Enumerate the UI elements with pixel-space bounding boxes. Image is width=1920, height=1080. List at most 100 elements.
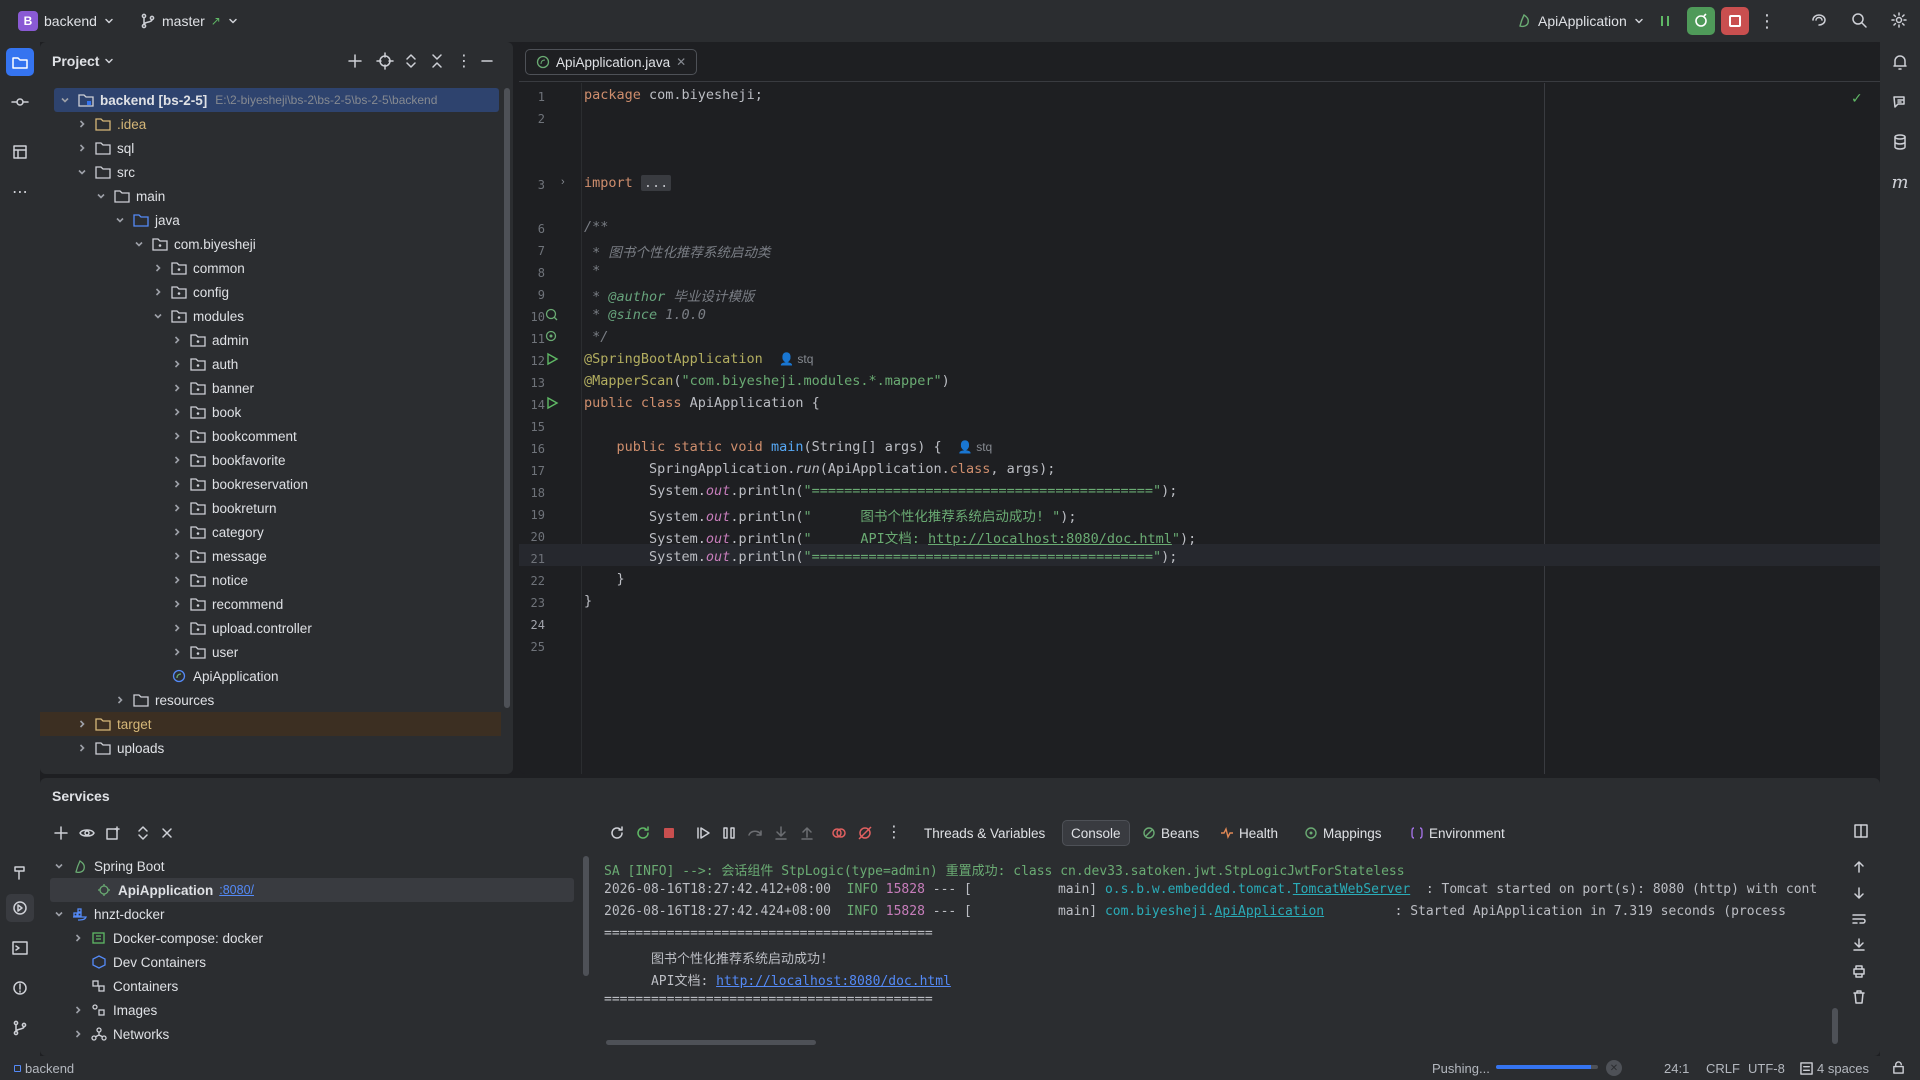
chevron-right-icon[interactable] <box>170 621 184 635</box>
chevron-down-icon[interactable] <box>132 237 146 251</box>
soft-wrap-icon[interactable] <box>1852 912 1866 926</box>
service-tree-item[interactable]: Dev Containers <box>46 950 574 974</box>
commit-tool-button[interactable] <box>6 88 34 116</box>
service-tree-item[interactable]: Images <box>46 998 574 1022</box>
tree-item[interactable]: category <box>40 520 501 544</box>
line-number[interactable]: 2 <box>519 112 545 126</box>
build-tool-button[interactable] <box>6 858 34 886</box>
layout-icon[interactable] <box>1854 824 1868 838</box>
step-over-icon[interactable] <box>746 824 764 842</box>
fold-chevron-icon[interactable]: › <box>561 176 565 188</box>
ai-chat-icon[interactable] <box>1886 88 1914 116</box>
chevron-right-icon[interactable] <box>170 501 184 515</box>
chevron-right-icon[interactable] <box>170 405 184 419</box>
service-tree-item[interactable]: Docker-compose: docker <box>46 926 574 950</box>
chevron-right-icon[interactable] <box>170 549 184 563</box>
code-line-22[interactable]: System.out.println("====================… <box>584 549 1177 565</box>
line-number[interactable]: 16 <box>519 442 545 456</box>
tree-item[interactable]: main <box>40 184 501 208</box>
tree-item[interactable]: bookcomment <box>40 424 501 448</box>
tree-item[interactable]: auth <box>40 352 501 376</box>
chevron-right-icon[interactable] <box>170 645 184 659</box>
rerun-icon[interactable] <box>608 824 626 842</box>
line-number[interactable]: 24 <box>519 618 545 632</box>
chevron-right-icon[interactable] <box>170 333 184 347</box>
locate-icon[interactable] <box>376 52 394 70</box>
code-line-21[interactable]: System.out.println(" API文档: http://local… <box>584 527 1196 547</box>
code-line-15[interactable]: public class ApiApplication { <box>584 395 820 411</box>
clear-icon[interactable] <box>1852 990 1866 1004</box>
console-tab[interactable]: Beans <box>1134 820 1207 846</box>
console-tab[interactable]: Mappings <box>1296 820 1390 846</box>
chevron-right-icon[interactable] <box>170 525 184 539</box>
tree-item[interactable]: upload.controller <box>40 616 501 640</box>
chevron-right-icon[interactable] <box>71 931 85 945</box>
code-line-12[interactable]: */ <box>584 329 608 345</box>
print-icon[interactable] <box>1852 964 1866 978</box>
tree-item[interactable]: banner <box>40 376 501 400</box>
tree-item[interactable]: common <box>40 256 501 280</box>
code-line-1[interactable]: package com.biyesheji; <box>584 87 763 103</box>
line-number[interactable]: 6 <box>519 222 545 236</box>
tree-item[interactable]: sql <box>40 136 501 160</box>
console-tab[interactable]: Environment <box>1402 820 1513 846</box>
service-tree-item[interactable]: ApiApplication:8080/ <box>50 878 574 902</box>
code-line-18[interactable]: SpringApplication.run(ApiApplication.cla… <box>584 461 1055 477</box>
problems-tool-button[interactable] <box>6 974 34 1002</box>
rerun-debug-icon[interactable] <box>634 824 652 842</box>
close-icon[interactable]: ✕ <box>676 55 686 69</box>
caret-position[interactable]: 24:1 <box>1664 1061 1689 1076</box>
api-doc-link[interactable]: http://localhost:8080/doc.html <box>716 974 951 989</box>
ai-assistant-icon[interactable] <box>1810 11 1828 29</box>
structure-tool-button[interactable] <box>6 138 34 166</box>
checkmark-icon[interactable]: ✓ <box>1851 90 1863 107</box>
console-tab[interactable]: Console <box>1062 820 1130 846</box>
code-line-13[interactable]: @SpringBootApplication 👤 stq <box>584 351 813 367</box>
tree-item[interactable]: config <box>40 280 501 304</box>
eye-icon[interactable] <box>78 824 96 842</box>
chevron-down-icon[interactable] <box>52 907 66 921</box>
code-line-7[interactable]: /** <box>584 219 608 235</box>
code-line-23[interactable]: } <box>584 571 625 587</box>
tree-item[interactable]: recommend <box>40 592 501 616</box>
line-number[interactable]: 17 <box>519 464 545 478</box>
project-panel-header[interactable]: Project <box>52 42 115 80</box>
options-icon[interactable]: ⋮ <box>456 51 472 71</box>
chevron-right-icon[interactable] <box>75 117 89 131</box>
line-number[interactable]: 13 <box>519 376 545 390</box>
service-tree-item[interactable]: Containers <box>46 974 574 998</box>
tab-apiapplication[interactable]: ApiApplication.java ✕ <box>525 49 698 75</box>
cancel-progress-icon[interactable]: ✕ <box>1606 1060 1622 1076</box>
chevron-down-icon[interactable] <box>113 213 127 227</box>
code-line-19[interactable]: System.out.println("====================… <box>584 483 1177 499</box>
line-number[interactable]: 18 <box>519 486 545 500</box>
line-number[interactable]: 22 <box>519 574 545 588</box>
notifications-icon[interactable] <box>1886 48 1914 76</box>
tree-item[interactable]: bookreturn <box>40 496 501 520</box>
indent-setting[interactable]: 4 spaces <box>1800 1061 1869 1076</box>
service-tree-item[interactable]: hnzt-docker <box>46 902 574 926</box>
tree-item[interactable]: java <box>40 208 501 232</box>
tree-item[interactable]: src <box>40 160 501 184</box>
chevron-right-icon[interactable] <box>151 285 165 299</box>
chevron-right-icon[interactable] <box>113 693 127 707</box>
line-number[interactable]: 8 <box>519 266 545 280</box>
tree-item[interactable]: ApiApplication <box>40 664 501 688</box>
terminal-tool-button[interactable] <box>6 934 34 962</box>
expand-all-icon[interactable] <box>134 824 152 842</box>
line-number[interactable]: 23 <box>519 596 545 610</box>
more-icon[interactable]: ⋮ <box>886 822 902 842</box>
line-number[interactable]: 14 <box>519 398 545 412</box>
lock-icon[interactable] <box>1892 1061 1905 1074</box>
project-switcher[interactable]: B backend <box>18 0 115 42</box>
hide-icon[interactable] <box>478 52 496 70</box>
line-separator[interactable]: CRLF <box>1706 1061 1740 1076</box>
tree-item[interactable]: target <box>40 712 501 736</box>
expand-all-icon[interactable] <box>402 52 420 70</box>
tree-item[interactable]: notice <box>40 568 501 592</box>
line-number[interactable]: 19 <box>519 508 545 522</box>
chevron-down-icon[interactable] <box>94 189 108 203</box>
chevron-down-icon[interactable] <box>151 309 165 323</box>
chevron-down-icon[interactable] <box>52 859 66 873</box>
line-number[interactable]: 12 <box>519 354 545 368</box>
